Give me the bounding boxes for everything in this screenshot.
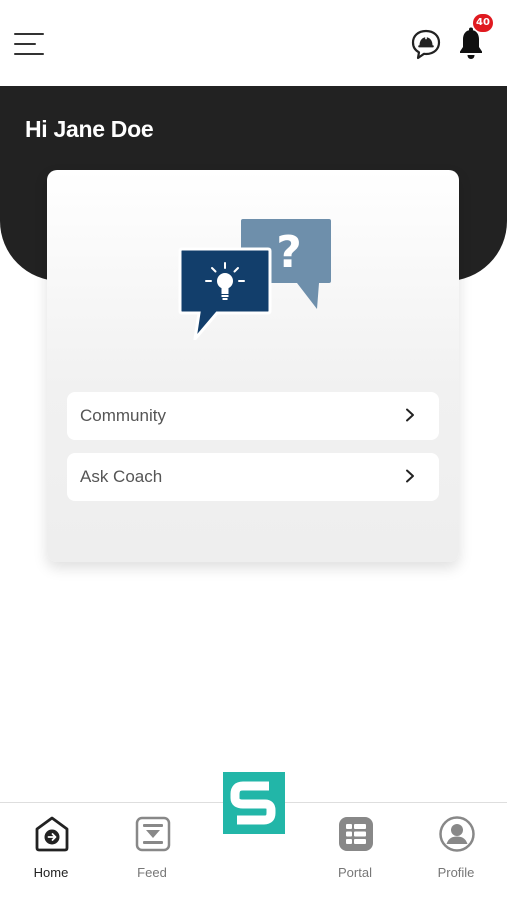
nav-portal[interactable]: Portal [315,803,395,900]
feed-icon [135,816,171,852]
menu-button[interactable] [14,31,44,57]
menu-line-2 [14,43,36,45]
portal-grid-icon [339,817,373,851]
ask-coach-label: Ask Coach [80,467,163,486]
idea-question-bubbles-icon: ? [178,219,331,340]
profile-icon [439,816,475,852]
notification-badge: 40 [473,14,493,32]
nav-profile[interactable]: Profile [416,803,496,900]
nav-home-label: Home [33,865,69,880]
greeting-text: Hi Jane Doe [25,116,154,142]
nav-feed-label: Feed [137,865,167,880]
ask-coach-option[interactable]: Ask Coach [67,453,439,501]
community-option[interactable]: Community [67,392,439,440]
home-icon [35,816,69,852]
center-logo-button[interactable] [223,772,285,834]
chevron-right-icon [406,408,414,422]
nav-profile-label: Profile [437,865,475,880]
chevron-right-icon [406,469,414,483]
s-logo-icon [230,781,276,825]
support-card: ? Community Ask Coach [47,170,459,562]
nav-home[interactable]: Home [11,803,91,900]
community-label: Community [80,406,166,425]
menu-line-1 [14,33,44,35]
svg-text:?: ? [276,227,302,278]
chat-button[interactable] [410,28,442,60]
chat-bubble-helmet-icon [411,29,441,60]
nav-portal-label: Portal [338,865,372,880]
nav-feed[interactable]: Feed [112,803,192,900]
menu-line-3 [14,53,44,55]
